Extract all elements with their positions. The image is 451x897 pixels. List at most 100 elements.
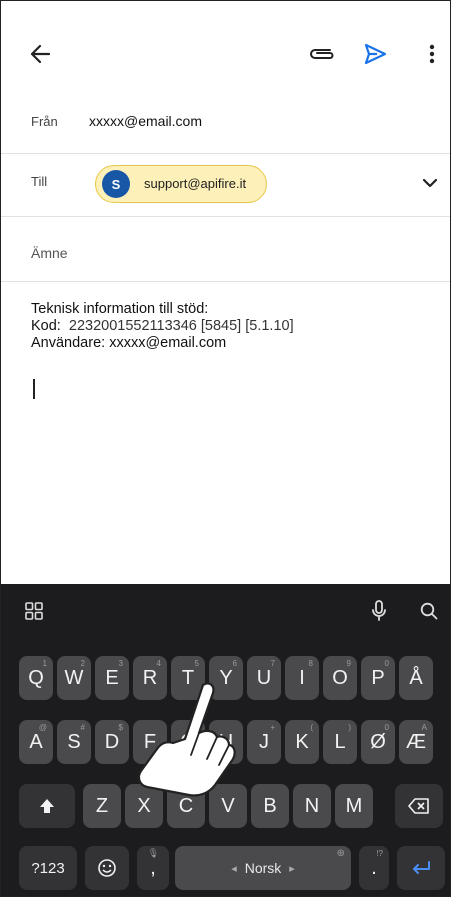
globe-icon: ⊕: [336, 848, 345, 859]
back-arrow-icon: [30, 44, 51, 64]
shift-key[interactable]: [19, 784, 75, 828]
space-key[interactable]: ◂ Norsk ▸ ⊕: [175, 846, 351, 890]
to-field[interactable]: Till S support@apifire.it: [1, 154, 450, 217]
space-language-label: Norsk: [244, 860, 282, 876]
key-label: Ø: [370, 730, 386, 753]
key-label: B: [263, 794, 277, 817]
attach-button[interactable]: [305, 39, 339, 69]
subject-field[interactable]: Ämne: [1, 217, 450, 282]
key-æ[interactable]: ÆA: [399, 720, 433, 764]
key-label: L: [334, 730, 346, 753]
key-ø[interactable]: Ø0: [361, 720, 395, 764]
key-hint: 2: [80, 659, 85, 668]
expand-recipients-button[interactable]: [419, 174, 441, 192]
to-label: Till: [31, 174, 48, 189]
symbols-key[interactable]: ?123: [19, 846, 77, 890]
keyboard-search-button[interactable]: [415, 596, 443, 626]
avatar: S: [102, 170, 130, 198]
key-label: W: [64, 666, 84, 689]
search-icon: [420, 602, 438, 620]
key-z[interactable]: Z: [83, 784, 121, 828]
grid-icon: [25, 602, 43, 620]
chevron-down-icon: [422, 178, 438, 188]
key-label: S: [67, 730, 81, 753]
enter-key[interactable]: [397, 846, 445, 890]
back-button[interactable]: [23, 39, 57, 69]
key-l[interactable]: L): [323, 720, 357, 764]
mic-hint-icon: 🎙: [147, 848, 159, 858]
message-body[interactable]: Teknisk information till stöd: Kod: 2232…: [31, 301, 431, 352]
key-p[interactable]: P0: [361, 656, 395, 700]
text-cursor: [33, 379, 35, 399]
key-hint: 3: [118, 659, 123, 668]
key-å[interactable]: Å: [399, 656, 433, 700]
key-hint: A: [421, 723, 427, 732]
period-glyph: .: [371, 856, 377, 879]
key-a[interactable]: A @: [19, 720, 53, 764]
key-j[interactable]: J +: [247, 720, 281, 764]
lang-right-icon: ▸: [289, 862, 295, 875]
key-o[interactable]: O9: [323, 656, 357, 700]
recipient-chip[interactable]: S support@apifire.it: [95, 165, 267, 203]
key-q[interactable]: Q1: [19, 656, 53, 700]
recipient-email: support@apifire.it: [144, 176, 247, 191]
key-m[interactable]: M: [335, 784, 373, 828]
key-hint: ): [348, 723, 351, 732]
app-bar: [1, 1, 450, 101]
key-label: K: [295, 730, 309, 753]
key-w[interactable]: W2: [57, 656, 91, 700]
compose-screen: Från xxxxx@email.com Till S support@apif…: [0, 0, 451, 897]
key-label: E: [105, 666, 119, 689]
key-s[interactable]: S #: [57, 720, 91, 764]
from-field[interactable]: Från xxxxx@email.com: [1, 101, 450, 154]
send-button[interactable]: [357, 37, 393, 71]
send-icon: [364, 43, 387, 65]
key-hint: 7: [270, 659, 275, 668]
key-i[interactable]: I8: [285, 656, 319, 700]
key-u[interactable]: U7: [247, 656, 281, 700]
period-key[interactable]: . !?: [359, 846, 389, 890]
key-label: D: [104, 730, 120, 753]
emoji-icon: [98, 859, 116, 877]
key-label: N: [304, 794, 320, 817]
key-hint: 1: [42, 659, 47, 668]
key-label: P: [371, 666, 385, 689]
from-label: Från: [31, 114, 58, 129]
voice-input-button[interactable]: [365, 596, 393, 626]
comma-key[interactable]: , 🎙: [137, 846, 169, 890]
kod-label: Kod:: [31, 318, 61, 334]
key-label: M: [345, 794, 363, 817]
key-label: A: [29, 730, 43, 753]
key-n[interactable]: N: [293, 784, 331, 828]
shift-arrow-icon: [40, 799, 54, 813]
key-e[interactable]: E3: [95, 656, 129, 700]
key-label: O: [332, 666, 348, 689]
more-options-button[interactable]: [422, 39, 442, 69]
lang-left-icon: ◂: [231, 862, 237, 875]
period-hint: !?: [376, 849, 383, 858]
body-line-3: Användare: xxxxx@email.com: [31, 335, 227, 351]
enter-arrow-icon: [413, 861, 430, 874]
pointing-hand-icon: [137, 682, 236, 797]
key-k[interactable]: K(: [285, 720, 319, 764]
emoji-key[interactable]: [85, 846, 129, 890]
backspace-icon: [408, 798, 429, 814]
key-hint: 0: [384, 659, 389, 668]
more-vert-icon: [429, 44, 435, 64]
keyboard-toolbar: [1, 584, 450, 638]
key-hint: 8: [308, 659, 313, 668]
key-hint: 4: [156, 659, 161, 668]
key-label: Å: [409, 666, 423, 689]
key-label: I: [299, 666, 305, 689]
key-d[interactable]: D $: [95, 720, 129, 764]
subject-placeholder: Ämne: [31, 245, 68, 261]
microphone-icon: [372, 600, 386, 621]
backspace-key[interactable]: [395, 784, 443, 828]
key-hint: (: [310, 723, 313, 732]
from-value: xxxxx@email.com: [89, 113, 203, 129]
key-label: U: [256, 666, 272, 689]
key-b[interactable]: B: [251, 784, 289, 828]
key-label: Æ: [406, 730, 426, 753]
key-hint: +: [270, 723, 275, 732]
keyboard-menu-button[interactable]: [21, 598, 47, 624]
